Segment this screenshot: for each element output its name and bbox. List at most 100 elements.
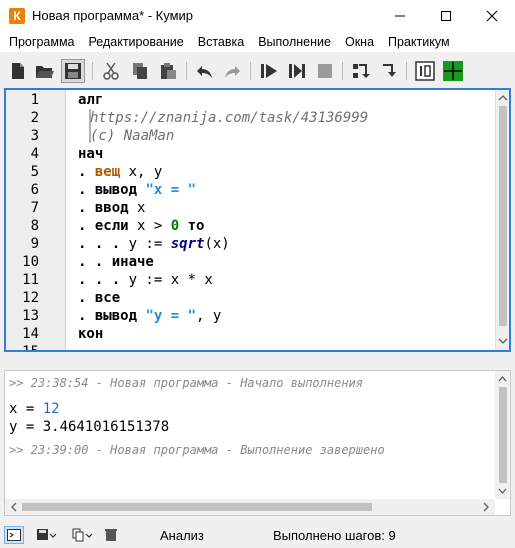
close-icon [486, 10, 498, 22]
console-input-value: 12 [42, 401, 60, 417]
redo-button[interactable] [220, 59, 244, 83]
code-line[interactable]: . ввод x [78, 199, 145, 217]
run-step-button[interactable] [285, 59, 309, 83]
menu-edit[interactable]: Редактирование [82, 35, 191, 49]
output-console[interactable]: >> 23:38:54 - Новая программа - Начало в… [4, 370, 511, 516]
status-bar: Анализ Выполнено шагов: 9 [0, 522, 515, 548]
code-line[interactable]: . вывод "y = ", y [78, 307, 221, 325]
code-token-fn: sqrt [170, 236, 205, 252]
code-line[interactable]: . если x > 0 то [78, 217, 204, 235]
run-button[interactable] [257, 59, 281, 83]
code-line[interactable]: нач [78, 145, 103, 163]
code-token-str: "x = " [145, 182, 197, 198]
code-token-comment: https://znanija.com/task/43136999 [90, 110, 369, 126]
line-number: 6 [30, 182, 39, 198]
maximize-icon [441, 11, 451, 21]
stop-button[interactable] [313, 59, 337, 83]
menu-practicum[interactable]: Практикум [381, 35, 457, 49]
line-number: 5 [30, 164, 39, 180]
new-file-button[interactable] [6, 59, 30, 83]
code-line[interactable]: . . . y := sqrt(x) [78, 235, 230, 253]
line-number: 3 [30, 128, 39, 144]
line-number: 9 [30, 236, 39, 252]
code-editor[interactable]: 1 2 3 4 5 6 7 8 9 10 11 12 13 14 15 алг https://znanija… [4, 88, 511, 352]
code-line[interactable]: https://znanija.com/task/43136999 [90, 109, 368, 127]
clear-console-button[interactable] [101, 526, 121, 544]
code-token-num: 0 [170, 218, 180, 234]
save-console-icon [37, 529, 56, 540]
code-token-kw: нач [78, 146, 104, 162]
line-number: 2 [30, 110, 39, 126]
maximize-button[interactable] [423, 0, 469, 32]
code-token-kw: ввод [94, 200, 129, 216]
stop-icon [318, 64, 332, 78]
open-file-button[interactable] [33, 59, 57, 83]
code-token: y := x * x [128, 272, 213, 288]
save-button[interactable] [61, 59, 85, 83]
paste-button[interactable] [156, 59, 180, 83]
code-token: (x) [204, 236, 230, 252]
code-line[interactable]: . . . y := x * x [78, 271, 213, 289]
console-horizontal-scrollbar[interactable] [5, 499, 495, 515]
minimize-button[interactable] [377, 0, 423, 32]
menu-windows[interactable]: Окна [338, 35, 381, 49]
code-token: y := [128, 236, 171, 252]
code-token: x [128, 200, 146, 216]
code-line[interactable]: алг [78, 91, 103, 109]
save-console-button[interactable] [36, 526, 56, 544]
robot-panel-button[interactable] [413, 59, 437, 83]
status-steps: Выполнено шагов: 9 [273, 528, 396, 543]
scroll-right-icon [483, 502, 489, 512]
scroll-up-icon [498, 95, 508, 101]
code-line[interactable]: . вещ x, y [78, 163, 162, 181]
menu-insert[interactable]: Вставка [191, 35, 251, 49]
toolbar [0, 54, 515, 88]
line-number: 13 [22, 308, 39, 324]
console-output-label: x = [9, 401, 43, 417]
editor-scroll-thumb[interactable] [499, 106, 507, 326]
clear-console-icon [105, 529, 117, 541]
line-number: 14 [22, 326, 39, 342]
cut-button[interactable] [99, 59, 123, 83]
console-vertical-scrollbar[interactable] [495, 371, 510, 499]
copy-console-button[interactable] [72, 526, 92, 544]
code-line[interactable]: . вывод "x = " [78, 181, 196, 199]
code-token-kw: алг [78, 92, 104, 108]
console-output-line: x = 12 [9, 401, 60, 417]
code-token-kw: вывод [94, 182, 138, 198]
save-icon [65, 63, 81, 79]
code-line[interactable]: (c) NaaMan [90, 127, 174, 145]
code-area[interactable]: алг https://znanija.com/task/43136999 (c) … [78, 90, 492, 350]
code-line[interactable]: . . иначе [78, 253, 154, 271]
menu-bar: Программа Редактирование Вставка Выполне… [0, 32, 515, 52]
code-token-str: "y = " [145, 308, 197, 324]
line-number: 4 [30, 146, 39, 162]
copy-console-icon [72, 528, 92, 542]
code-token-kw: . [78, 182, 95, 198]
code-line[interactable]: кон [78, 325, 103, 343]
code-token-kw: . . . [78, 236, 129, 252]
code-token-kw: . [78, 308, 95, 324]
line-number-gutter: 1 2 3 4 5 6 7 8 9 10 11 12 13 14 15 [6, 90, 66, 350]
console-vertical-thumb[interactable] [499, 387, 507, 483]
code-token-kw: . . . [78, 272, 129, 288]
console-toggle-button[interactable] [4, 526, 24, 544]
drawer-panel-button[interactable] [441, 59, 465, 83]
console-horizontal-thumb[interactable] [22, 503, 372, 511]
copy-button[interactable] [128, 59, 152, 83]
step-out-button[interactable] [377, 59, 401, 83]
close-button[interactable] [469, 0, 515, 32]
run-icon [261, 64, 277, 78]
copy-icon [133, 63, 147, 79]
code-token-comment: (c) NaaMan [90, 128, 175, 144]
editor-scrollbar[interactable] [495, 90, 509, 350]
undo-button[interactable] [193, 59, 217, 83]
step-into-button[interactable] [349, 59, 373, 83]
code-token: , y [196, 308, 222, 324]
menu-program[interactable]: Программа [0, 35, 82, 49]
code-token-kw: кон [78, 326, 104, 342]
menu-run[interactable]: Выполнение [251, 35, 338, 49]
cut-icon [103, 62, 119, 80]
code-line[interactable]: . все [78, 289, 120, 307]
